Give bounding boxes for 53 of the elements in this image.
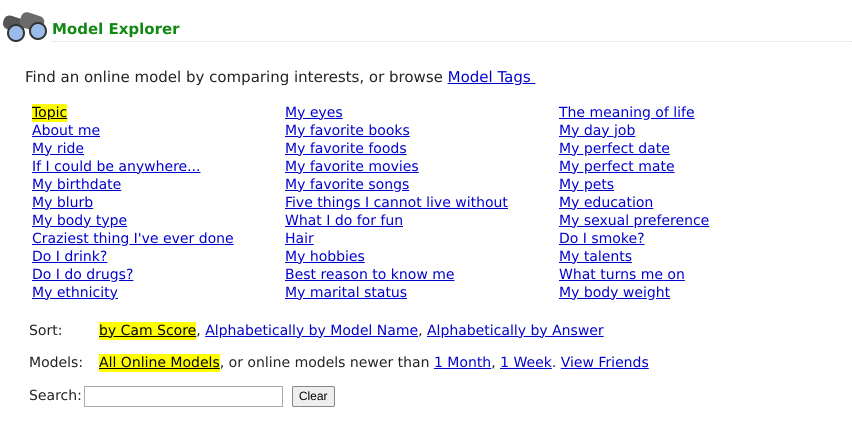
option-link[interactable]: My perfect date (559, 140, 670, 158)
option-link[interactable]: View Friends (560, 354, 649, 372)
option-link[interactable]: My eyes (285, 104, 343, 122)
option-link[interactable]: What I do for fun (285, 212, 404, 230)
option-link[interactable]: My body type (32, 212, 128, 230)
option-link[interactable]: My favorite books (285, 122, 410, 140)
option-link[interactable]: Alphabetically by Answer (426, 322, 604, 340)
option-link[interactable]: Craziest thing I've ever done (32, 230, 234, 248)
intro-text: Find an online model by comparing interests, or browse Model Tags (25, 66, 852, 88)
option-link[interactable]: About me (32, 122, 100, 140)
option-link[interactable]: Do I drink? (32, 248, 108, 266)
option-link[interactable]: Hair (285, 230, 314, 248)
option-link[interactable]: My day job (559, 122, 636, 140)
separator-text: , (491, 354, 497, 372)
page-title: Model Explorer (52, 20, 180, 38)
option-link[interactable]: If I could be anywhere... (32, 158, 200, 176)
separator-text: , (196, 322, 202, 340)
option-link[interactable]: My favorite songs (285, 176, 410, 194)
option-link[interactable]: My favorite foods (285, 140, 407, 158)
option-link[interactable]: Topic (32, 104, 68, 122)
option-link[interactable]: Alphabetically by Model Name (205, 322, 418, 340)
option-link[interactable]: My body weight (559, 284, 670, 302)
separator-text: . (552, 354, 558, 372)
option-link[interactable]: All Online Models (99, 354, 220, 372)
option-link[interactable]: My ride (32, 140, 84, 158)
clear-button[interactable]: Clear (292, 386, 335, 406)
option-link[interactable]: My marital status (285, 284, 408, 302)
option-link[interactable]: My talents (559, 248, 632, 266)
option-link[interactable]: My education (559, 194, 654, 212)
option-link[interactable]: The meaning of life (559, 104, 695, 122)
option-link[interactable]: Best reason to know me (285, 266, 454, 284)
separator-text: , or online models newer than (220, 354, 430, 372)
option-link[interactable]: 1 Week (500, 354, 552, 372)
option-link[interactable]: Do I do drugs? (32, 266, 134, 284)
option-link[interactable]: My ethnicity (32, 284, 118, 302)
option-link[interactable]: My favorite movies (285, 158, 419, 176)
separator-text: , (418, 322, 424, 340)
option-link[interactable]: My blurb (32, 194, 94, 212)
option-link[interactable]: My birthdate (32, 176, 122, 194)
option-link[interactable]: My pets (559, 176, 614, 194)
option-link[interactable]: My hobbies (285, 248, 365, 266)
search-field[interactable] (84, 386, 283, 406)
option-link[interactable]: Five things I cannot live without (285, 194, 508, 212)
row-label: Models: (29, 354, 84, 372)
option-link[interactable]: What turns me on (559, 266, 685, 284)
option-link[interactable]: Do I smoke? (559, 230, 645, 248)
option-link[interactable]: My perfect mate (559, 158, 675, 176)
option-link[interactable]: 1 Month (434, 354, 492, 372)
model-tags-link[interactable]: Model Tags (448, 68, 536, 86)
row-label: Sort: (29, 322, 64, 340)
option-link[interactable]: by Cam Score (99, 322, 196, 340)
row-label: Search: (29, 387, 82, 405)
option-link[interactable]: My sexual preference (559, 212, 710, 230)
